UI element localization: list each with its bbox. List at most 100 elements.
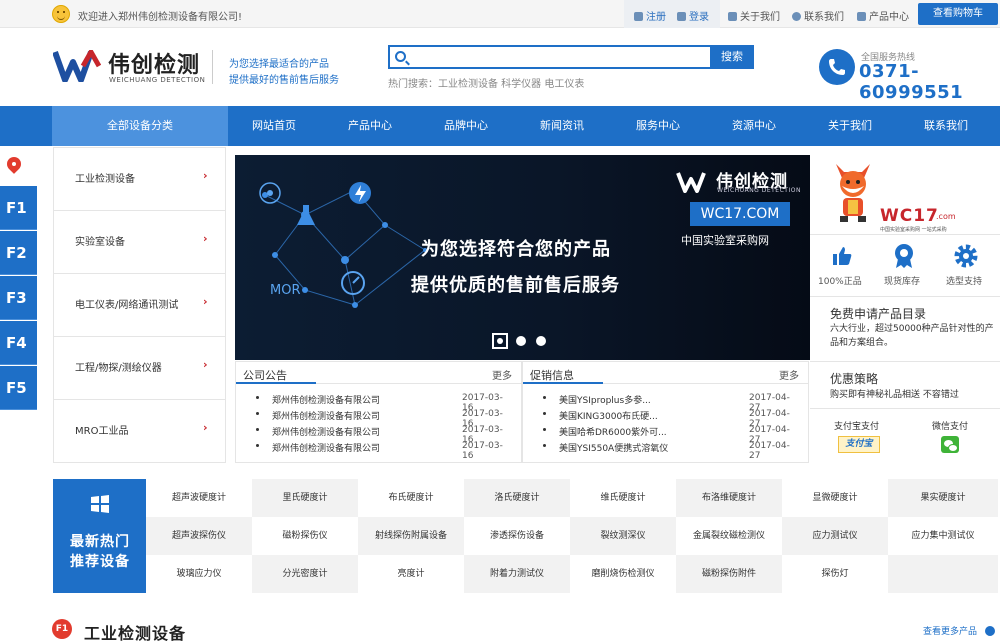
hot-product-link[interactable]: 维氏硬度计 (570, 479, 676, 517)
notice-item[interactable]: 郑州伟创检测设备有限公司 2017-03-16 (244, 393, 514, 413)
hot-products-block: 最新热门 推荐设备 (53, 479, 146, 593)
category-item[interactable]: 工业检测设备 › (54, 148, 225, 211)
arrow-right-icon (985, 626, 995, 636)
cart-button[interactable]: 查看购物车 (918, 3, 998, 25)
hot-product-link[interactable]: 附着力测试仪 (464, 555, 570, 593)
hot-product-link[interactable]: 布洛维硬度计 (676, 479, 782, 517)
hot-product-link[interactable]: 超声波探伤仪 (146, 517, 252, 555)
promo-title[interactable]: 促销信息 (530, 367, 574, 383)
notice-item[interactable]: 郑州伟创检测设备有限公司 2017-03-16 (244, 409, 514, 429)
more-products-link[interactable]: 查看更多产品 (923, 624, 977, 637)
hot-product-link[interactable]: 布氏硬度计 (358, 479, 464, 517)
hot-product-link[interactable]: 应力集中测试仪 (888, 517, 998, 555)
network-graphic (259, 182, 427, 308)
category-label: 实验室设备 (75, 237, 125, 248)
banner-headline-1: 为您选择符合您的产品 (421, 239, 611, 260)
banner-url: WC17.COM (690, 202, 790, 226)
about-link[interactable]: 关于我们 (728, 8, 780, 23)
chevron-right-icon: › (203, 169, 208, 182)
hero-banner[interactable]: MOR 伟创检测 WEICHUANG DETECTION WC17.COM 中国… (235, 155, 810, 360)
nav-item-contact[interactable]: 联系我们 (898, 106, 994, 146)
deal-text: 购买即有神秘礼品相送 不容错过 (830, 390, 959, 400)
hot-product-link[interactable]: 磁粉探伤仪 (252, 517, 358, 555)
nav-item-home[interactable]: 网站首页 (226, 106, 322, 146)
bullet (543, 412, 546, 415)
floor-f2[interactable]: F2 (0, 231, 37, 275)
hot-product-link[interactable]: 磁粉探伤附件 (676, 555, 782, 593)
banner-logo-icon (676, 172, 706, 193)
carousel-dot-active[interactable] (492, 333, 508, 349)
promo-text: 美国YSIproplus多参... (559, 396, 651, 406)
nav-item-products[interactable]: 产品中心 (322, 106, 418, 146)
hot-product-link[interactable]: 应力测试仪 (782, 517, 888, 555)
hot-product-link[interactable]: 玻璃应力仪 (146, 555, 252, 593)
lock-icon (634, 12, 643, 21)
alipay-logo: 支付宝 (838, 436, 880, 453)
feature-genuine: 100%正品 (818, 277, 862, 287)
hot-product-link[interactable]: 亮度计 (358, 555, 464, 593)
hot-product-link[interactable]: 金属裂纹磁检测仪 (676, 517, 782, 555)
search-box (388, 45, 712, 69)
category-item[interactable]: MRO工业品 › (54, 400, 225, 463)
hot-product-link[interactable]: 射线探伤附属设备 (358, 517, 464, 555)
promo-item[interactable]: 美国YSIproplus多参... 2017-04-27 (531, 393, 801, 413)
floor-f3[interactable]: F3 (0, 276, 37, 320)
login-link[interactable]: 登录 (677, 8, 709, 23)
promo-item[interactable]: 美国哈希DR6000紫外可... 2017-04-27 (531, 425, 801, 445)
category-item[interactable]: 电工仪表/网络通讯测试 › (54, 274, 225, 337)
floor-f4[interactable]: F4 (0, 321, 37, 365)
carousel-dot[interactable] (516, 336, 526, 346)
products-link[interactable]: 产品中心 (857, 8, 909, 23)
hot-title-line2: 推荐设备 (70, 554, 130, 570)
nav-item-brands[interactable]: 品牌中心 (418, 106, 514, 146)
nav-item-resources[interactable]: 资源中心 (706, 106, 802, 146)
promo-item[interactable]: 美国KING3000布氏硬... 2017-04-27 (531, 409, 801, 429)
floor-f1[interactable]: F1 (0, 186, 37, 230)
pin-dot (12, 162, 16, 166)
divider (810, 296, 1000, 297)
nav-item-service[interactable]: 服务中心 (610, 106, 706, 146)
contact-link[interactable]: 联系我们 (792, 8, 844, 23)
category-item[interactable]: 实验室设备 › (54, 211, 225, 274)
badge-icon (895, 244, 913, 268)
hot-title-line1: 最新热门 (70, 534, 130, 550)
search-icon (395, 51, 406, 62)
category-item[interactable]: 工程/物探/测绘仪器 › (54, 337, 225, 400)
gear-icon (954, 244, 978, 268)
floor-f5[interactable]: F5 (0, 366, 37, 410)
register-link[interactable]: 注册 (634, 8, 666, 23)
hot-search[interactable]: 热门搜索：工业检测设备 科学仪器 电工仪表 (388, 75, 584, 90)
hot-product-link[interactable]: 显微硬度计 (782, 479, 888, 517)
hot-product-link[interactable]: 渗透探伤设备 (464, 517, 570, 555)
notice-title[interactable]: 公司公告 (243, 367, 287, 383)
wc17-logo[interactable]: WC17 (880, 206, 939, 226)
bullet (256, 444, 259, 447)
hot-product-link[interactable]: 超声波硬度计 (146, 479, 252, 517)
nav-all-categories[interactable]: 全部设备分类 (52, 106, 228, 146)
apply-catalog-title[interactable]: 免费申请产品目录 (830, 305, 926, 322)
logo-title[interactable]: 伟创检测 (108, 47, 200, 79)
promo-more-link[interactable]: 更多 (779, 367, 799, 382)
hot-product-link[interactable]: 磨削烧伤检测仪 (570, 555, 676, 593)
promo-item[interactable]: 美国YSI550A便携式溶氧仪 2017-04-27 (531, 441, 801, 461)
hot-product-link[interactable]: 里氏硬度计 (252, 479, 358, 517)
chevron-right-icon: › (203, 295, 208, 308)
deal-title[interactable]: 优惠策略 (830, 370, 878, 387)
hot-product-link[interactable]: 裂纹测深仪 (570, 517, 676, 555)
carousel-dot[interactable] (536, 336, 546, 346)
hot-product-link[interactable]: 探伤灯 (782, 555, 888, 593)
notice-item[interactable]: 郑州伟创检测设备有限公司 2017-03-16 (244, 425, 514, 445)
notice-panel: 公司公告 更多 郑州伟创检测设备有限公司 2017-03-16 郑州伟创检测设备有… (235, 361, 522, 463)
alipay-label: 支付宝支付 (834, 422, 880, 432)
search-input[interactable] (390, 47, 710, 67)
thumbs-up-icon (833, 247, 852, 265)
hot-product-link[interactable]: 洛氏硬度计 (464, 479, 570, 517)
notice-item[interactable]: 郑州伟创检测设备有限公司 2017-03-16 (244, 441, 514, 461)
hot-product-link[interactable]: 果实硬度计 (888, 479, 998, 517)
notice-more-link[interactable]: 更多 (492, 367, 512, 382)
bullet (256, 428, 259, 431)
search-button[interactable]: 搜索 (710, 45, 754, 69)
nav-item-news[interactable]: 新闻资讯 (514, 106, 610, 146)
nav-item-about[interactable]: 关于我们 (802, 106, 898, 146)
hot-product-link[interactable]: 分光密度计 (252, 555, 358, 593)
